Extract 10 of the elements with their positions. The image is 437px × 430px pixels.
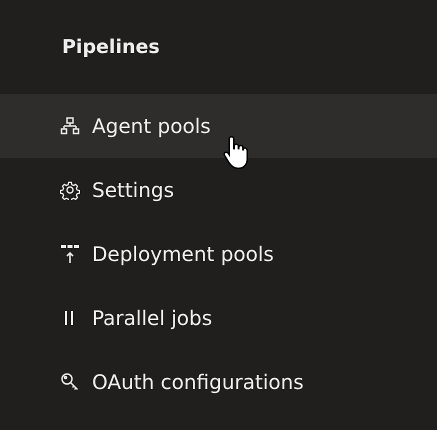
nav-item[interactable]: OAuth configurations (0, 350, 437, 414)
hierarchy-icon (60, 116, 80, 136)
nav-item[interactable]: Parallel jobs (0, 286, 437, 350)
hand-cursor-icon (222, 134, 250, 170)
settings-icon (60, 180, 80, 200)
key-icon (60, 372, 80, 392)
nav-item[interactable]: Deployment pools (0, 222, 437, 286)
deploy-icon (60, 244, 80, 264)
nav-item[interactable]: Settings (0, 158, 437, 222)
section-title: Pipelines (61, 35, 161, 60)
